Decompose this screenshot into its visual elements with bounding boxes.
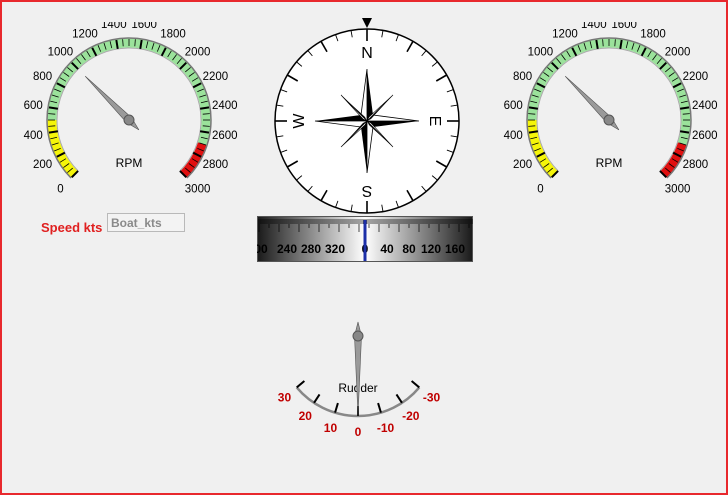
rudder-gauge: 3020100-10-20-30 Rudder <box>278 321 441 439</box>
gaugeR-tick-label: 600 <box>504 100 523 112</box>
gaugeR-low-band <box>527 119 558 178</box>
right-rpm-needle <box>564 75 620 131</box>
gaugeR-tick-label: 1400 <box>581 22 607 31</box>
gaugeL-tick-label: 0 <box>57 184 63 196</box>
gaugeR-tick-label: 0 <box>537 184 543 196</box>
gaugeL-tick <box>139 39 143 50</box>
gaugeR-tick-label: 3000 <box>665 184 691 196</box>
tape-label: 280 <box>301 242 321 256</box>
gaugeL-tick-label: 1600 <box>131 22 157 31</box>
left-rpm-needle <box>84 75 140 131</box>
compass: N S E W <box>274 18 460 214</box>
gaugeR-tick <box>602 39 604 47</box>
speed-input[interactable] <box>107 213 185 232</box>
rudder-tick-label: 10 <box>324 421 338 435</box>
rudder-tick-label: 20 <box>299 409 313 423</box>
gaugeL-tick-label: 2600 <box>212 130 238 142</box>
gaugeL-tick-label: 1200 <box>72 29 98 41</box>
gaugeL-tick <box>202 125 210 127</box>
gaugeR-tick <box>528 106 539 110</box>
gaugeR-tick <box>682 125 690 127</box>
gaugeL-tick-label: 2800 <box>203 159 229 171</box>
gaugeR-tick-label: 400 <box>504 130 523 142</box>
gaugeL-tick <box>134 39 136 47</box>
rudder-tick-label: 30 <box>278 391 292 405</box>
gaugeR-tick-label: 1600 <box>611 22 637 31</box>
gaugeL-tick <box>115 39 119 50</box>
gaugeR-tick-label: 2400 <box>692 100 718 112</box>
right-rpm-label: RPM <box>596 156 623 170</box>
gaugeR-tick <box>528 130 539 134</box>
gaugeR-tick <box>679 130 690 134</box>
gaugeR-tick <box>679 106 690 110</box>
compass-north-label: N <box>361 45 373 62</box>
rudder-tick <box>313 393 321 404</box>
gaugeR-tick-label: 2000 <box>665 46 691 58</box>
left-rpm-label: RPM <box>116 156 143 170</box>
gaugeR-tick <box>614 39 616 47</box>
gaugeR-tick-label: 1200 <box>552 29 578 41</box>
rudder-tick <box>395 393 403 404</box>
gaugeR-tick <box>619 39 623 50</box>
rudder-tick <box>377 402 382 413</box>
tape-label: 40 <box>380 242 394 256</box>
gaugeL-tick-label: 200 <box>33 159 52 171</box>
gaugeL-low-band <box>47 119 78 178</box>
gaugeL-tick-label: 2400 <box>212 100 238 112</box>
compass-east-label: E <box>426 116 443 127</box>
rudder-tick-label: -10 <box>377 421 395 435</box>
gaugeL-tick <box>199 106 210 110</box>
gaugeL-tick <box>48 106 59 110</box>
gaugeR-tick-label: 2600 <box>692 130 718 142</box>
gaugeR-tick-label: 1800 <box>640 29 666 41</box>
gaugeL-tick <box>48 113 56 115</box>
speed-label: Speed kts <box>41 220 103 235</box>
gaugeL-tick <box>202 113 210 115</box>
rudder-tick-label: 0 <box>355 425 362 439</box>
tape-label: 320 <box>325 242 345 256</box>
gaugeL-tick-label: 400 <box>24 130 43 142</box>
gaugeL-tick-label: 600 <box>24 100 43 112</box>
gaugeL-tick-label: 2000 <box>185 46 211 58</box>
gaugeR-tick-label: 2800 <box>683 159 709 171</box>
tape-label: 240 <box>277 242 297 256</box>
gaugeL-tick-label: 800 <box>33 71 52 83</box>
rudder-tick <box>296 380 306 389</box>
gaugeR-tick <box>528 113 536 115</box>
gaugeR-tick-label: 800 <box>513 71 532 83</box>
tape-label: 160 <box>445 242 465 256</box>
gaugeR-tick-label: 2200 <box>683 71 709 83</box>
gaugeL-tick-label: 1400 <box>101 22 127 31</box>
gaugeL-tick-label: 3000 <box>185 184 211 196</box>
left-rpm-gauge: 0200400600800100012001400 160018002000220… <box>24 22 238 196</box>
rudder-tick-label: -30 <box>423 391 441 405</box>
gaugeL-tick <box>48 130 59 134</box>
rudder-needle <box>352 321 364 417</box>
gaugeR-tick <box>682 113 690 115</box>
heading-tape: 0024028032004080120160 <box>257 216 473 262</box>
gaugeL-tick-label: 1800 <box>160 29 186 41</box>
gaugeR-tick-label: 1000 <box>528 46 554 58</box>
rudder-tick <box>334 402 339 413</box>
compass-west-label: W <box>291 113 308 129</box>
tape-label: 00 <box>257 242 268 256</box>
right-rpm-gauge: 0200400600800100012001400 160018002000220… <box>504 22 718 196</box>
gaugeL-tick <box>199 130 210 134</box>
rudder-tick <box>410 380 420 389</box>
gaugeR-tick <box>528 125 536 127</box>
gaugeL-tick <box>48 125 56 127</box>
gaugeL-tick-label: 1000 <box>48 46 74 58</box>
gaugeR-tick-label: 200 <box>513 159 532 171</box>
tape-label: 120 <box>421 242 441 256</box>
rudder-tick-label: -20 <box>402 409 420 423</box>
gaugeL-tick-label: 2200 <box>203 71 229 83</box>
instrument-panel: 0 200 400 600 800 1000 1200 1400 1600 1800 2000 220… <box>0 0 728 495</box>
gaugeL-tick <box>122 39 124 47</box>
tape-label: 80 <box>402 242 416 256</box>
compass-south-label: S <box>362 182 373 199</box>
gaugeR-tick <box>595 39 599 50</box>
heading-marker-icon <box>362 18 372 28</box>
